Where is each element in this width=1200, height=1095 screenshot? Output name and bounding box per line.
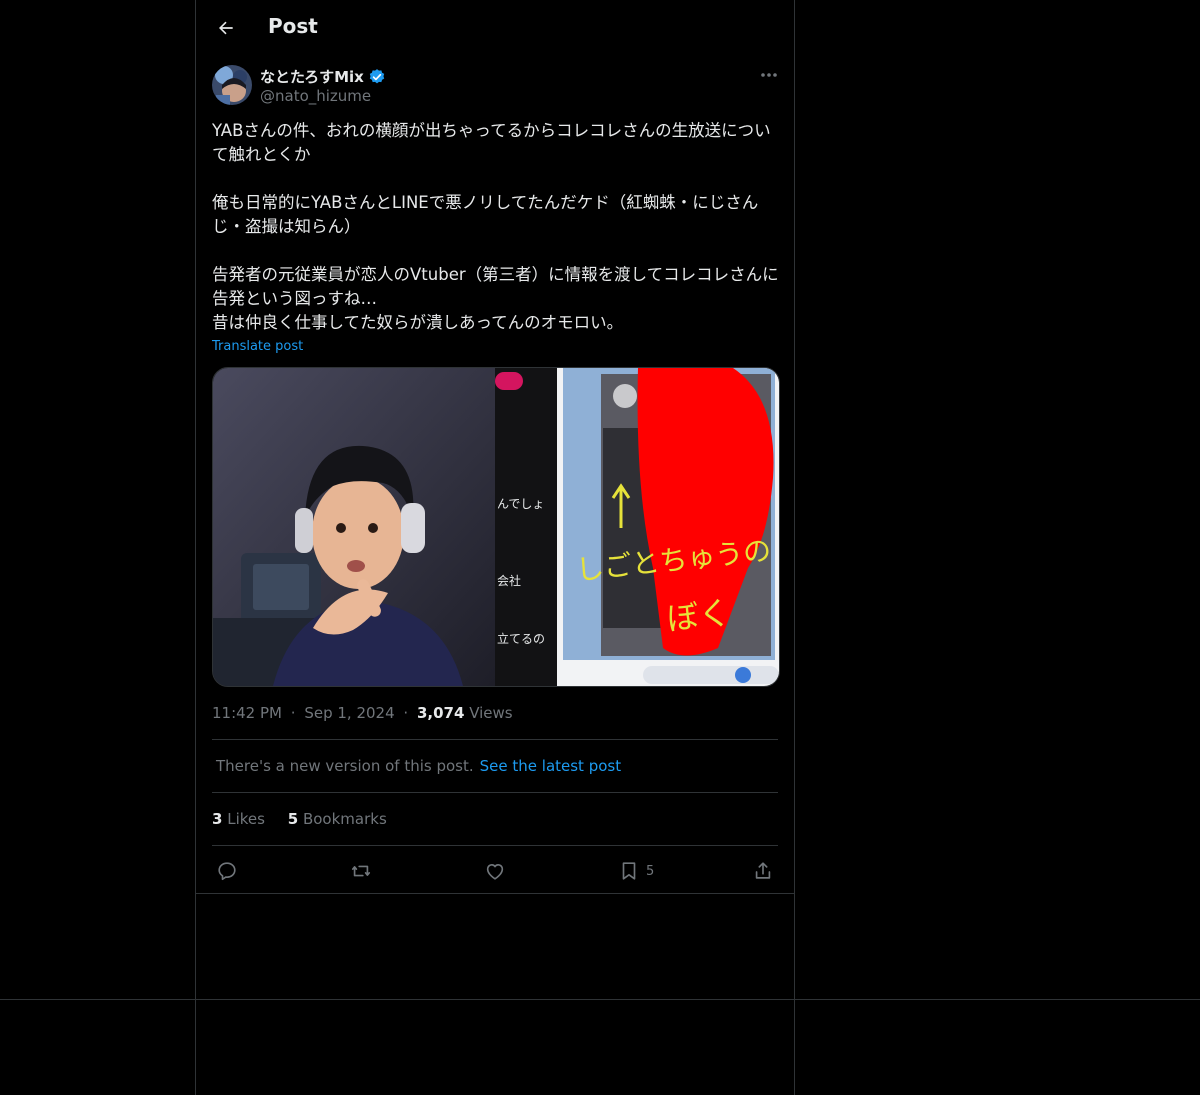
verified-badge-icon	[369, 68, 385, 83]
avatar-image	[212, 65, 252, 105]
more-icon	[761, 73, 777, 77]
post-paragraph: 昔は仲良く仕事してた奴らが潰しあってんのオモロい。	[212, 313, 624, 332]
post-paragraph: YABさんの件、おれの横顔が出ちゃってるからコレコレさんの生放送について触れとく…	[212, 121, 771, 164]
divider	[212, 845, 778, 846]
translate-post-link[interactable]: Translate post	[212, 339, 303, 354]
right-column-border	[794, 0, 795, 1095]
reply-button[interactable]	[216, 858, 238, 884]
see-latest-post-link[interactable]: See the latest post	[480, 757, 621, 775]
divider	[212, 792, 778, 793]
bookmarks-count: 5	[287, 810, 299, 828]
likes-label: Likes	[227, 810, 265, 828]
post-paragraph: 俺も日常的にYABさんとLINEで悪ノリしてたんだケド（紅蜘蛛・にじさんじ・盗撮…	[212, 193, 759, 236]
post-text: YABさんの件、おれの横顔が出ちゃってるからコレコレさんの生放送について触れとく…	[212, 119, 782, 335]
likes-count: 3	[212, 810, 223, 828]
handwriting-bottom: ぼく	[665, 593, 733, 637]
back-arrow-icon	[219, 21, 233, 35]
header: Post	[196, 0, 794, 56]
display-name-text: なとたろすMix	[260, 68, 364, 86]
page-title: Post	[268, 14, 318, 38]
bookmarks-label: Bookmarks	[302, 810, 387, 828]
meta-separator: ·	[290, 704, 296, 722]
engagement-stats: 3 Likes 5 Bookmarks	[212, 810, 405, 828]
edit-notice: There's a new version of this post. See t…	[216, 757, 621, 775]
bookmarks-stat[interactable]: 5 Bookmarks	[288, 810, 387, 828]
repost-button[interactable]	[350, 858, 372, 884]
views-label: Views	[469, 704, 513, 722]
views-count: 3,074	[416, 704, 465, 722]
post-column: Post なとたろすMix @nato_hizume YABさんの件、おれの横顔…	[196, 0, 794, 894]
post-date[interactable]: Sep 1, 2024	[304, 704, 394, 722]
edit-notice-text: There's a new version of this post.	[216, 757, 474, 775]
bookmark-count: 5	[646, 863, 655, 879]
meta-separator: ·	[403, 704, 409, 722]
like-button[interactable]	[484, 858, 506, 884]
avatar[interactable]	[212, 65, 252, 105]
post-media[interactable]: んでしょ 会社 立てるの しごとちゅうの ぼく	[212, 367, 780, 687]
bookmark-icon	[622, 862, 636, 880]
likes-stat[interactable]: 3 Likes	[212, 810, 265, 828]
divider	[212, 739, 778, 740]
bookmark-button[interactable]: 5	[618, 858, 654, 884]
post-paragraph: 告発者の元従業員が恋人のVtuber（第三者）に情報を渡してコレコレさんに告発と…	[212, 265, 779, 308]
post-time[interactable]: 11:42 PM	[212, 704, 282, 722]
chat-line: 立てるの	[497, 631, 545, 646]
chat-line: 会社	[497, 573, 521, 588]
display-name[interactable]: なとたろすMix	[260, 66, 386, 87]
post-bottom-border	[196, 893, 794, 894]
media-image: んでしょ 会社 立てるの しごとちゅうの ぼく	[213, 368, 779, 686]
share-button[interactable]	[752, 858, 774, 884]
post-meta: 11:42 PM · Sep 1, 2024 · 3,074 Views	[212, 704, 513, 722]
heart-icon	[486, 863, 504, 880]
user-handle[interactable]: @nato_hizume	[260, 87, 371, 105]
share-icon	[755, 862, 771, 879]
more-options-button[interactable]	[756, 64, 782, 86]
back-button[interactable]	[210, 12, 242, 44]
chat-line: んでしょ	[497, 497, 544, 511]
page-divider	[0, 999, 1200, 1000]
repost-icon	[351, 865, 371, 877]
reply-icon	[218, 862, 236, 881]
